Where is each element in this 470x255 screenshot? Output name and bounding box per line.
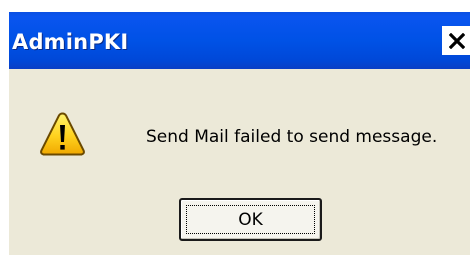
close-button[interactable]	[442, 26, 470, 55]
dialog-title: AdminPKI	[12, 30, 129, 54]
title-bar[interactable]: AdminPKI	[9, 12, 470, 69]
warning-icon	[40, 112, 85, 156]
dialog-message: Send Mail failed to send message.	[146, 127, 438, 147]
ok-button[interactable]: OK	[179, 198, 322, 241]
close-icon	[448, 32, 465, 49]
message-dialog: AdminPKI Send Mail failed to send messag…	[9, 12, 470, 255]
ok-button-label: OK	[238, 210, 263, 230]
